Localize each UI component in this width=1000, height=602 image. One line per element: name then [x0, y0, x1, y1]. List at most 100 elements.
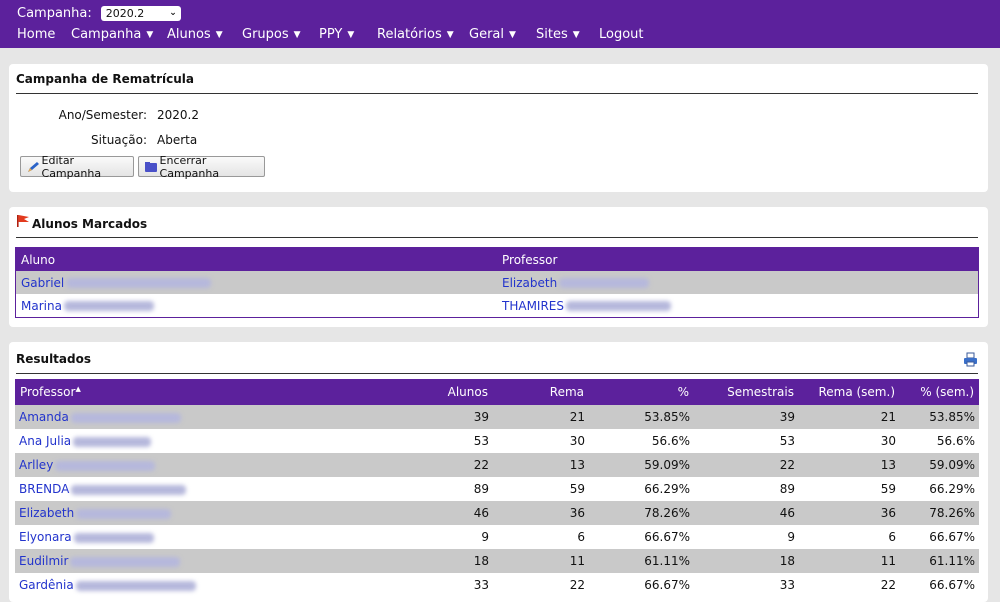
cell-rema-sem: 21 — [799, 405, 900, 429]
cell-pct: 53.85% — [589, 405, 694, 429]
cell-rema: 59 — [493, 477, 589, 501]
cell-rema-sem: 22 — [799, 573, 900, 597]
sort-ascending-icon: ▲ — [75, 385, 81, 393]
professor-link[interactable]: Amanda — [15, 405, 415, 429]
cell-pct-sem: 66.67% — [900, 573, 979, 597]
nav-home[interactable]: Home — [17, 27, 55, 42]
cell-pct: 66.29% — [589, 477, 694, 501]
close-campaign-button[interactable]: Encerrar Campanha — [138, 153, 265, 180]
cell-alunos: 18 — [415, 549, 493, 573]
cell-pct: 61.11% — [589, 549, 694, 573]
divider — [16, 237, 978, 238]
campaign-selector-row: Campanha: 2020.2 ⌄ — [0, 0, 1000, 26]
cell-alunos: 9 — [415, 525, 493, 549]
table-row: Elyonara 9 6 66.67% 9 6 66.67% — [15, 525, 979, 549]
cell-pct: 66.67% — [589, 525, 694, 549]
cell-alunos: 33 — [415, 573, 493, 597]
professor-link[interactable]: Elizabeth — [497, 271, 979, 294]
cell-rema: 36 — [493, 501, 589, 525]
professor-link[interactable]: Elizabeth — [15, 501, 415, 525]
student-link[interactable]: Gabriel — [15, 271, 497, 294]
cell-semestrais: 89 — [694, 477, 799, 501]
table-row: Ana Julia 53 30 56.6% 53 30 56.6% — [15, 429, 979, 453]
campaign-select[interactable]: 2020.2 ⌄ — [100, 5, 181, 21]
cell-rema: 22 — [493, 573, 589, 597]
results-panel: Resultados Professor▲ Alunos Rema % Seme… — [9, 342, 988, 602]
year-label: Ano/Semester: — [58, 108, 147, 122]
nav-ppy[interactable]: PPY ▼ — [319, 27, 354, 42]
cell-rema-sem: 6 — [799, 525, 900, 549]
cell-alunos: 22 — [415, 453, 493, 477]
cell-pct-sem: 78.26% — [900, 501, 979, 525]
nav-logout[interactable]: Logout — [599, 27, 644, 42]
close-campaign-label: Encerrar Campanha — [159, 153, 220, 180]
table-row: Eudilmir 18 11 61.11% 18 11 61.11% — [15, 549, 979, 573]
cell-alunos: 46 — [415, 501, 493, 525]
flag-icon — [17, 215, 29, 227]
cell-pct-sem: 66.29% — [900, 477, 979, 501]
column-header-pct[interactable]: % — [589, 379, 694, 405]
marked-students-table: Aluno Professor Gabriel Elizabeth Marina… — [15, 247, 979, 318]
print-icon[interactable] — [963, 352, 978, 367]
column-header-professor: Professor — [497, 247, 979, 271]
pencil-icon — [28, 161, 39, 172]
campaign-label: Campanha: — [17, 5, 92, 21]
table-row: Gabriel Elizabeth — [15, 271, 979, 294]
professor-link[interactable]: BRENDA — [15, 477, 415, 501]
chevron-down-icon: ▼ — [347, 29, 355, 40]
cell-rema: 21 — [493, 405, 589, 429]
status-value: Aberta — [157, 133, 198, 147]
column-header-pct-sem[interactable]: % (sem.) — [900, 379, 979, 405]
cell-rema-sem: 13 — [799, 453, 900, 477]
panel-title: Campanha de Rematrícula — [16, 72, 194, 86]
cell-alunos: 39 — [415, 405, 493, 429]
nav-sites[interactable]: Sites ▼ — [536, 27, 580, 42]
divider — [16, 93, 978, 94]
professor-link[interactable]: Ana Julia — [15, 429, 415, 453]
table-row: BRENDA 89 59 66.29% 89 59 66.29% — [15, 477, 979, 501]
cell-rema: 6 — [493, 525, 589, 549]
column-header-rema-sem[interactable]: Rema (sem.) — [799, 379, 900, 405]
cell-pct: 66.67% — [589, 573, 694, 597]
cell-semestrais: 53 — [694, 429, 799, 453]
status-label: Situação: — [91, 133, 147, 147]
cell-rema-sem: 30 — [799, 429, 900, 453]
column-header-rema[interactable]: Rema — [493, 379, 589, 405]
chevron-down-icon: ▼ — [215, 29, 223, 40]
divider — [16, 373, 978, 374]
cell-semestrais: 46 — [694, 501, 799, 525]
cell-pct-sem: 56.6% — [900, 429, 979, 453]
column-header-professor[interactable]: Professor▲ — [15, 379, 415, 405]
professor-link[interactable]: Arlley — [15, 453, 415, 477]
professor-link[interactable]: Gardênia — [15, 573, 415, 597]
cell-alunos: 89 — [415, 477, 493, 501]
nav-alunos[interactable]: Alunos ▼ — [167, 27, 223, 42]
chevron-down-icon: ▼ — [146, 29, 154, 40]
cell-alunos: 53 — [415, 429, 493, 453]
student-link[interactable]: Marina — [15, 294, 497, 318]
nav-relatorios[interactable]: Relatórios ▼ — [377, 27, 454, 42]
cell-rema-sem: 59 — [799, 477, 900, 501]
chevron-down-icon: ▼ — [572, 29, 580, 40]
column-header-alunos[interactable]: Alunos — [415, 379, 493, 405]
cell-rema: 11 — [493, 549, 589, 573]
cell-pct: 78.26% — [589, 501, 694, 525]
professor-link[interactable]: Eudilmir — [15, 549, 415, 573]
cell-semestrais: 18 — [694, 549, 799, 573]
panel-title: Resultados — [16, 352, 91, 366]
nav-geral[interactable]: Geral ▼ — [469, 27, 516, 42]
chevron-down-icon: ⌄ — [169, 8, 177, 18]
column-header-semestrais[interactable]: Semestrais — [694, 379, 799, 405]
professor-link[interactable]: THAMIRES — [497, 294, 979, 318]
professor-link[interactable]: Elyonara — [15, 525, 415, 549]
cell-rema-sem: 36 — [799, 501, 900, 525]
cell-rema: 13 — [493, 453, 589, 477]
chevron-down-icon: ▼ — [293, 29, 301, 40]
table-row: Arlley 22 13 59.09% 22 13 59.09% — [15, 453, 979, 477]
nav-grupos[interactable]: Grupos ▼ — [242, 27, 301, 42]
cell-rema: 30 — [493, 429, 589, 453]
nav-campanha[interactable]: Campanha ▼ — [71, 27, 153, 42]
chevron-down-icon: ▼ — [446, 29, 454, 40]
edit-campaign-button[interactable]: Editar Campanha — [20, 154, 134, 180]
chevron-down-icon: ▼ — [509, 29, 516, 40]
